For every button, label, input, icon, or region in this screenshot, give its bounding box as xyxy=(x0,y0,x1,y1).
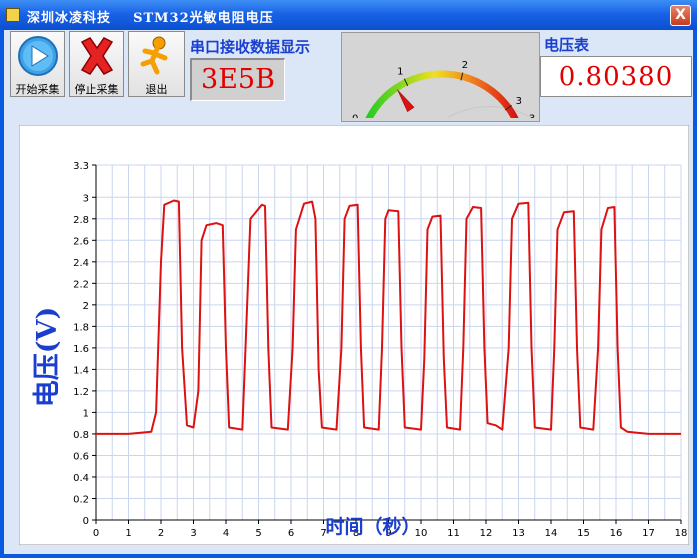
x-tick-label: 11 xyxy=(447,528,460,539)
close-button[interactable]: X xyxy=(670,5,691,26)
x-tick-label: 16 xyxy=(610,528,623,539)
chart-frame xyxy=(19,125,689,545)
x-tick-label: 5 xyxy=(255,528,261,539)
serial-value-display: 3E5B xyxy=(190,58,285,101)
gauge-tick-label: 3 xyxy=(516,96,522,107)
x-tick-label: 0 xyxy=(93,528,99,539)
y-axis-title: 电压(V) xyxy=(32,307,63,408)
window-title: 深圳冰凌科技 STM32光敏电阻电压 xyxy=(27,11,274,26)
x-tick-label: 12 xyxy=(480,528,493,539)
serial-heading: 串口接收数据显示 xyxy=(190,38,311,56)
exit-label: 退出 xyxy=(145,83,168,96)
voltage-heading: 电压表 xyxy=(544,36,590,54)
client-area: 开始采集 停止采集 退出 串口接收数据显示 3E5B 1 2 3 电压表 0.8… xyxy=(4,30,693,554)
gauge-tick-label: 0 xyxy=(352,113,358,118)
running-man-icon xyxy=(140,36,168,75)
y-tick-label: 2 xyxy=(83,301,89,312)
gauge-tick-label: 3.3 xyxy=(529,113,536,118)
y-tick-label: 1 xyxy=(83,408,89,419)
y-tick-label: 1.4 xyxy=(73,365,89,376)
x-tick-label: 18 xyxy=(675,528,688,539)
y-tick-label: 2.4 xyxy=(73,258,89,269)
y-tick-label: 2.2 xyxy=(73,279,89,290)
voltage-chart: 0 0.2 0.4 0.6 0.8 1 1.2 1.4 1.6 1.8 2 2.2 2.4 2.6 2.8 3… xyxy=(19,125,689,545)
x-tick-label: 6 xyxy=(288,528,294,539)
y-tick-label: 0.2 xyxy=(73,494,89,505)
y-tick-label: 1.8 xyxy=(73,322,89,333)
y-tick-label: 3 xyxy=(83,193,89,204)
start-acquisition-button[interactable]: 开始采集 xyxy=(10,31,65,97)
x-axis-title: 时间（秒） xyxy=(325,515,420,538)
start-acquisition-label: 开始采集 xyxy=(15,83,60,96)
y-tick-label: 1.2 xyxy=(73,387,89,398)
voltage-gauge: 0 1 2 3 3.3 xyxy=(341,32,540,122)
y-tick-label: 0.4 xyxy=(73,473,89,484)
y-tick-label: 0.8 xyxy=(73,430,89,441)
y-tick-label: 0.6 xyxy=(73,451,89,462)
title-bar: 深圳冰凌科技 STM32光敏电阻电压 X xyxy=(0,0,697,30)
exit-button[interactable]: 退出 xyxy=(128,31,185,97)
gauge-dial: 0 1 2 3 3.3 xyxy=(352,60,536,118)
y-tick-label: 0 xyxy=(83,516,89,527)
x-tick-label: 17 xyxy=(642,528,655,539)
y-tick-label: 1.6 xyxy=(73,344,89,355)
gauge-scale-arc xyxy=(365,70,519,118)
x-tick-label: 2 xyxy=(158,528,164,539)
voltage-value-display: 0.80380 xyxy=(540,56,692,97)
y-tick-label: 2.6 xyxy=(73,236,89,247)
gauge-needle xyxy=(397,89,415,113)
stop-x-icon xyxy=(80,37,114,75)
x-tick-label: 1 xyxy=(125,528,131,539)
gauge-tick-label: 2 xyxy=(462,60,468,71)
x-tick-label: 4 xyxy=(223,528,229,539)
x-tick-label: 14 xyxy=(545,528,558,539)
stop-acquisition-button[interactable]: 停止采集 xyxy=(69,31,124,97)
x-tick-label: 15 xyxy=(577,528,590,539)
x-tick-label: 13 xyxy=(512,528,525,539)
app-icon xyxy=(6,8,20,22)
app-window: 深圳冰凌科技 STM32光敏电阻电压 X 开始采集 停止采集 退出 串口接收数据… xyxy=(0,0,697,558)
stop-acquisition-label: 停止采集 xyxy=(74,83,119,96)
x-tick-label: 3 xyxy=(190,528,196,539)
play-icon xyxy=(18,36,58,76)
gauge-tick-label: 1 xyxy=(397,67,403,78)
y-tick-label: 3.3 xyxy=(73,161,89,172)
y-tick-label: 2.8 xyxy=(73,215,89,226)
y-tick-labels: 0 0.2 0.4 0.6 0.8 1 1.2 1.4 1.6 1.8 2 2.2 2.4 2.6 2.8 3… xyxy=(73,161,89,527)
